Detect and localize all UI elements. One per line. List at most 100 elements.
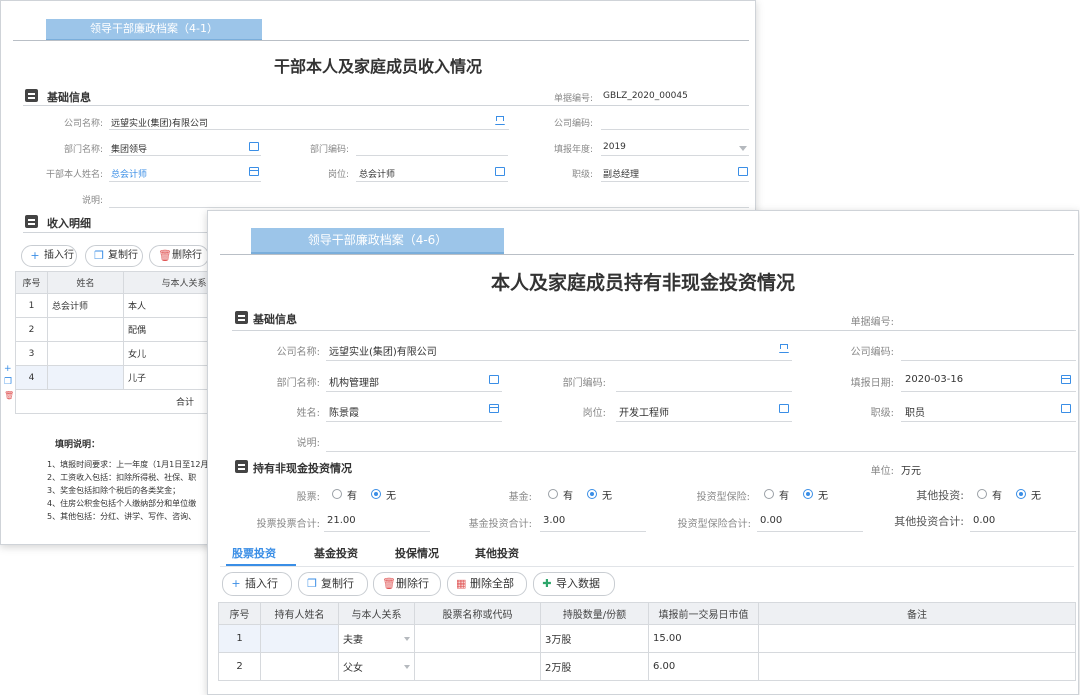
id-card-icon[interactable] — [489, 375, 499, 384]
field-underline — [109, 155, 261, 156]
company-name-label: 公司名称: — [276, 347, 320, 358]
tab-stock-investment[interactable]: 股票投资 — [232, 545, 276, 561]
name-cell[interactable] — [47, 365, 124, 390]
relation-value: 女儿 — [128, 350, 147, 360]
picker-icon[interactable] — [738, 167, 748, 176]
name-cell[interactable] — [47, 317, 124, 342]
delete-row-button[interactable]: 🗑 删除行 — [373, 572, 441, 596]
dept-name-label: 部门名称: — [276, 378, 320, 389]
import-data-button[interactable]: ✚ 导入数据 — [533, 572, 615, 596]
table-row[interactable]: 2 父女 2万股 6.00 — [218, 652, 1076, 681]
fund-total-field[interactable]: 3.00 — [543, 515, 565, 526]
market-value-cell[interactable]: 6.00 — [648, 652, 759, 681]
dept-code-field[interactable] — [356, 155, 508, 156]
fund-yes-radio[interactable] — [548, 489, 558, 499]
copy-row-button[interactable]: ❐ 复制行 — [298, 572, 368, 596]
company-code-field[interactable] — [601, 129, 749, 130]
holder-cell[interactable] — [260, 652, 339, 681]
dept-name-field[interactable]: 集团领导 — [111, 142, 147, 155]
trash-icon[interactable]: 🗑 — [4, 391, 14, 400]
quantity-cell[interactable]: 2万股 — [540, 652, 649, 681]
building-icon[interactable] — [779, 344, 789, 353]
post-field[interactable]: 开发工程师 — [619, 404, 669, 419]
other-yes-radio[interactable] — [977, 489, 987, 499]
dept-name-field[interactable]: 机构管理部 — [329, 374, 379, 389]
company-name-field[interactable]: 远望实业(集团)有限公司 — [111, 116, 208, 129]
relation-value: 夫妻 — [343, 635, 363, 646]
copy-icon[interactable]: ❐ — [4, 378, 12, 387]
column-header: 持股数量/份额 — [540, 602, 649, 625]
row-number: 1 — [218, 624, 261, 653]
insurance-no-radio[interactable] — [803, 489, 813, 499]
tab-other-investment[interactable]: 其他投资 — [475, 545, 519, 561]
name-cell[interactable]: 总会计师 — [47, 293, 124, 318]
person-field[interactable]: 总会计师 — [111, 167, 147, 180]
remark-field[interactable] — [109, 207, 749, 208]
rank-field[interactable]: 副总经理 — [603, 167, 639, 180]
field-underline — [901, 421, 1076, 422]
calendar-icon[interactable] — [1061, 375, 1071, 384]
calendar-icon[interactable] — [249, 167, 259, 176]
button-label: 插入行 — [245, 577, 278, 590]
column-header: 持有人姓名 — [260, 602, 339, 625]
field-underline — [901, 391, 1076, 392]
stock-cell[interactable] — [414, 652, 541, 681]
tab-insurance[interactable]: 投保情况 — [395, 545, 439, 561]
form-tag: 领导干部廉政档案（4-1） — [46, 19, 262, 41]
insurance-yes-radio[interactable] — [764, 489, 774, 499]
company-name-field[interactable]: 远望实业(集团)有限公司 — [329, 343, 437, 358]
stock-cell[interactable] — [414, 624, 541, 653]
dept-code-field[interactable] — [616, 391, 792, 392]
delete-row-button[interactable]: 🗑 删除行 — [149, 245, 209, 267]
holder-cell[interactable] — [260, 624, 339, 653]
quantity-cell[interactable]: 3万股 — [540, 624, 649, 653]
calendar-icon[interactable] — [489, 404, 499, 413]
insurance-total-field[interactable]: 0.00 — [760, 515, 782, 526]
other-total-field[interactable]: 0.00 — [973, 515, 995, 526]
remark-field[interactable] — [326, 451, 1076, 452]
add-row-icon[interactable]: + — [4, 365, 12, 374]
column-header: 股票名称或代码 — [414, 602, 541, 625]
notes-line: 4、住房公积金包括个人缴纳部分和单位缴 — [47, 499, 197, 508]
post-field[interactable]: 总会计师 — [359, 167, 395, 180]
picker-icon[interactable] — [779, 404, 789, 413]
picker-icon[interactable] — [1061, 404, 1071, 413]
note-cell[interactable] — [758, 624, 1076, 653]
insert-row-button[interactable]: + 插入行 — [21, 245, 77, 267]
company-code-field[interactable] — [901, 360, 1076, 361]
picker-icon[interactable] — [495, 167, 505, 176]
field-underline — [601, 155, 749, 156]
id-card-icon[interactable] — [249, 142, 259, 151]
remark-label: 说明: — [81, 196, 103, 206]
tab-fund-investment[interactable]: 基金投资 — [314, 545, 358, 561]
name-cell[interactable] — [47, 341, 124, 366]
copy-row-button[interactable]: ❐ 复制行 — [85, 245, 143, 267]
other-no-radio[interactable] — [1016, 489, 1026, 499]
company-code-label: 公司编码: — [850, 347, 894, 358]
year-select[interactable]: 2019 — [603, 142, 626, 152]
insert-row-button[interactable]: + 插入行 — [222, 572, 292, 596]
date-field[interactable]: 2020-03-16 — [905, 374, 963, 385]
trash-all-icon: ▦ — [456, 577, 467, 590]
stock-no-radio[interactable] — [371, 489, 381, 499]
year-label: 填报年度: — [553, 145, 593, 155]
delete-all-button[interactable]: ▦ 删除全部 — [447, 572, 527, 596]
rank-field[interactable]: 职员 — [905, 404, 925, 419]
dept-name-label: 部门名称: — [63, 145, 103, 155]
note-cell[interactable] — [758, 652, 1076, 681]
notes-line: 2、工资收入包括：扣除所得税、社保、职 — [47, 473, 197, 482]
chevron-down-icon[interactable] — [739, 146, 747, 151]
dept-code-label: 部门编码: — [562, 378, 606, 389]
chevron-down-icon — [404, 665, 410, 669]
relation-cell[interactable]: 夫妻 — [338, 624, 415, 653]
market-value-cell[interactable]: 15.00 — [648, 624, 759, 653]
stock-total-field[interactable]: 21.00 — [327, 515, 356, 526]
field-underline — [326, 421, 502, 422]
fund-no-radio[interactable] — [587, 489, 597, 499]
divider — [232, 330, 1074, 331]
relation-cell[interactable]: 父女 — [338, 652, 415, 681]
building-icon[interactable] — [495, 116, 505, 125]
table-row[interactable]: 1 夫妻 3万股 15.00 — [218, 624, 1076, 653]
name-field[interactable]: 陈景霞 — [329, 404, 359, 419]
stock-yes-radio[interactable] — [332, 489, 342, 499]
